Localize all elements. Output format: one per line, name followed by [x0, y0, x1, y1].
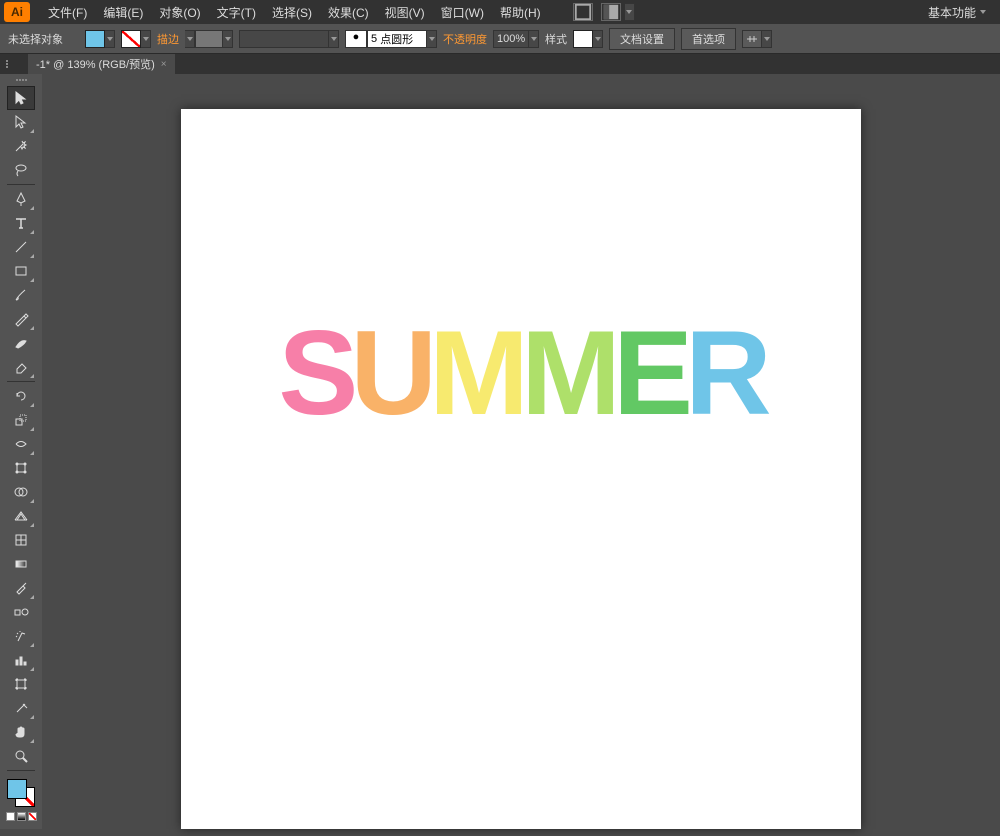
profile-dot: ● [345, 30, 367, 48]
summer-text[interactable]: S U M M E R [181, 304, 861, 442]
artboard-tool[interactable] [7, 672, 35, 696]
blend-tool[interactable] [7, 600, 35, 624]
menu-bar: Ai 文件(F) 编辑(E) 对象(O) 文字(T) 选择(S) 效果(C) 视… [0, 0, 1000, 24]
stroke-dropdown[interactable] [141, 30, 151, 48]
fill-stroke-indicator[interactable] [5, 777, 37, 809]
menu-file[interactable]: 文件(F) [40, 1, 95, 24]
canvas-area[interactable]: S U M M E R [42, 74, 1000, 836]
document-setup-button[interactable]: 文档设置 [609, 28, 675, 50]
slice-tool[interactable] [7, 696, 35, 720]
stroke-weight-down[interactable] [185, 30, 195, 48]
layout-icon-2[interactable] [601, 3, 621, 21]
line-tool[interactable] [7, 235, 35, 259]
pencil-tool[interactable] [7, 307, 35, 331]
stroke-swatch-group[interactable] [121, 30, 151, 48]
stroke-swatch[interactable] [121, 30, 141, 48]
mesh-tool[interactable] [7, 528, 35, 552]
eraser-tool[interactable] [7, 355, 35, 379]
column-graph-tool[interactable] [7, 648, 35, 672]
menu-view[interactable]: 视图(V) [377, 1, 433, 24]
document-tab[interactable]: -1* @ 139% (RGB/预览) × [28, 54, 175, 74]
letter-s: S [278, 304, 350, 442]
style-group[interactable] [573, 30, 603, 48]
tool-panel [0, 74, 42, 829]
fill-swatch-group[interactable] [85, 30, 115, 48]
menu-select[interactable]: 选择(S) [264, 1, 320, 24]
tool-grip-icon[interactable] [0, 74, 42, 86]
style-label: 样式 [545, 31, 567, 47]
lasso-tool[interactable] [7, 158, 35, 182]
style-dd[interactable] [593, 30, 603, 48]
stroke-weight-group[interactable] [185, 30, 233, 48]
stroke-label[interactable]: 描边 [157, 31, 179, 47]
letter-u: U [350, 304, 429, 442]
align-icon[interactable] [742, 30, 762, 48]
magic-wand-tool[interactable] [7, 134, 35, 158]
workspace-switcher[interactable]: 基本功能 [918, 2, 996, 23]
style-swatch[interactable] [573, 30, 593, 48]
menu-window[interactable]: 窗口(W) [433, 1, 492, 24]
workspace-label: 基本功能 [928, 4, 976, 21]
letter-m2: M [521, 304, 613, 442]
align-group[interactable] [742, 30, 772, 48]
stroke-profile-group[interactable]: ● 5 点圆形 [345, 30, 437, 48]
menu-effect[interactable]: 效果(C) [320, 1, 377, 24]
layout-icon-1[interactable] [573, 3, 593, 21]
opacity-label[interactable]: 不透明度 [443, 31, 487, 47]
color-mode-solid[interactable] [6, 812, 15, 821]
selection-status: 未选择对象 [8, 31, 63, 47]
letter-r: R [685, 304, 764, 442]
panel-grip-icon[interactable] [0, 54, 14, 74]
fill-dropdown[interactable] [105, 30, 115, 48]
brush-dd[interactable] [329, 30, 339, 48]
opacity-value[interactable]: 100% [493, 30, 529, 48]
brush-definition[interactable] [239, 30, 329, 48]
document-tab-title: -1* @ 139% (RGB/预览) [36, 56, 155, 72]
gradient-tool[interactable] [7, 552, 35, 576]
selection-tool[interactable] [7, 86, 35, 110]
letter-m1: M [429, 304, 521, 442]
stroke-weight-value[interactable] [195, 30, 223, 48]
chevron-down-icon [980, 10, 986, 14]
fill-color-box[interactable] [7, 779, 27, 799]
blob-brush-tool[interactable] [7, 331, 35, 355]
document-tab-bar: -1* @ 139% (RGB/预览) × [0, 54, 1000, 74]
menu-type[interactable]: 文字(T) [209, 1, 264, 24]
rectangle-tool[interactable] [7, 259, 35, 283]
fill-swatch[interactable] [85, 30, 105, 48]
app-logo: Ai [4, 2, 30, 22]
pen-tool[interactable] [7, 187, 35, 211]
hand-tool[interactable] [7, 720, 35, 744]
menu-object[interactable]: 对象(O) [151, 1, 208, 24]
menu-help[interactable]: 帮助(H) [492, 1, 549, 24]
menu-edit[interactable]: 编辑(E) [95, 1, 151, 24]
width-tool[interactable] [7, 432, 35, 456]
brush-def-group[interactable] [239, 30, 339, 48]
zoom-tool[interactable] [7, 744, 35, 768]
color-mode-gradient[interactable] [17, 812, 26, 821]
layout-dropdown[interactable] [625, 3, 635, 21]
direct-selection-tool[interactable] [7, 110, 35, 134]
color-mode-row [6, 812, 37, 821]
shape-builder-tool[interactable] [7, 480, 35, 504]
eyedropper-tool[interactable] [7, 576, 35, 600]
rotate-tool[interactable] [7, 384, 35, 408]
preferences-button[interactable]: 首选项 [681, 28, 736, 50]
type-tool[interactable] [7, 211, 35, 235]
opacity-group[interactable]: 100% [493, 30, 539, 48]
symbol-sprayer-tool[interactable] [7, 624, 35, 648]
perspective-grid-tool[interactable] [7, 504, 35, 528]
artboard[interactable]: S U M M E R [181, 109, 861, 829]
free-transform-tool[interactable] [7, 456, 35, 480]
letter-e: E [613, 304, 685, 442]
profile-dd[interactable] [427, 30, 437, 48]
opacity-dd[interactable] [529, 30, 539, 48]
align-dd[interactable] [762, 30, 772, 48]
close-icon[interactable]: × [161, 59, 167, 70]
control-bar: 未选择对象 描边 ● 5 点圆形 不透明度 100% 样式 文档设置 首选项 [0, 24, 1000, 54]
stroke-weight-dd[interactable] [223, 30, 233, 48]
scale-tool[interactable] [7, 408, 35, 432]
color-mode-none[interactable] [28, 812, 37, 821]
paintbrush-tool[interactable] [7, 283, 35, 307]
